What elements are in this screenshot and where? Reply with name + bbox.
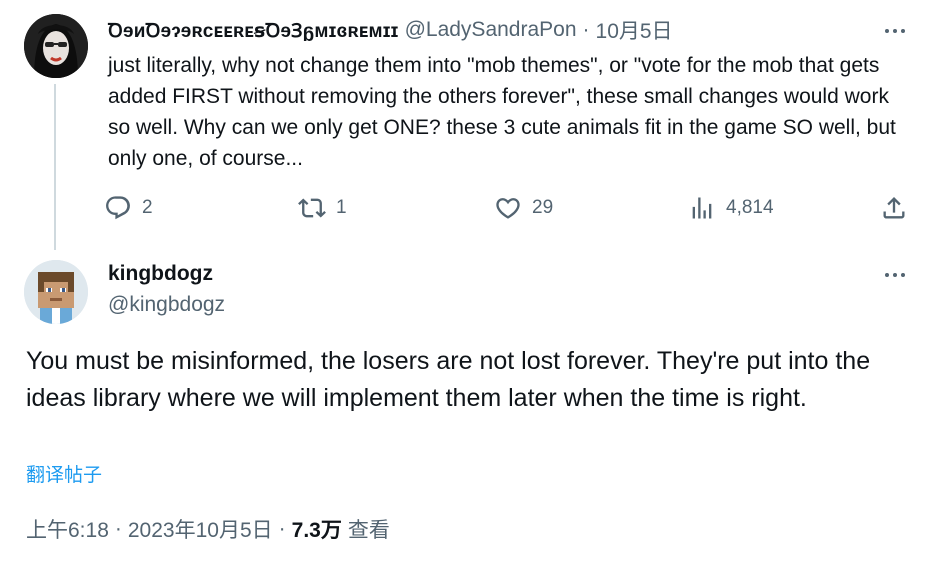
views-count: 7.3万: [291, 519, 342, 542]
reply-icon: [106, 196, 130, 220]
tweet-text: just literally, why not change them into…: [108, 54, 896, 170]
tweet-date[interactable]: 10月5日: [596, 15, 673, 45]
like-button[interactable]: 29: [494, 192, 553, 224]
repost-count: 1: [336, 197, 347, 218]
user-handle[interactable]: @kingbdogz: [108, 293, 225, 317]
tweet-header: ꝹɘᴎꝹɘɂɘʀᴄᴇᴇʀᴇꞩꝹɘꞫᵷᴍɪɞʀᴇᴍɪɪ @LadySandraPo…: [108, 16, 673, 44]
separator: ·: [114, 517, 122, 540]
more-icon: [885, 29, 905, 33]
views-label: 查看: [347, 519, 390, 542]
display-name[interactable]: kingbdogz: [108, 262, 213, 286]
translate-post-link[interactable]: 翻译帖子: [26, 460, 102, 487]
share-icon: [883, 197, 905, 219]
views-count: 4,814: [726, 197, 774, 218]
repost-icon: [298, 198, 326, 218]
share-button[interactable]: [880, 192, 908, 224]
thread-line: [54, 84, 56, 250]
separator: ·: [582, 18, 590, 41]
reply-button[interactable]: 2: [104, 192, 153, 224]
more-options-button[interactable]: [880, 260, 910, 290]
action-bar: 2 1 29 4,814: [104, 192, 920, 224]
user-handle[interactable]: @LadySandraPon: [405, 18, 577, 42]
avatar[interactable]: [24, 14, 88, 78]
tweet-time[interactable]: 上午6:18: [26, 514, 109, 544]
tweet-date[interactable]: 2023年10月5日: [128, 514, 273, 544]
reply-count: 2: [142, 197, 153, 218]
views-icon: [692, 197, 712, 219]
more-options-button[interactable]: [880, 16, 910, 46]
heart-icon: [496, 198, 520, 219]
display-name[interactable]: ꝹɘᴎꝹɘɂɘʀᴄᴇᴇʀᴇꞩꝹɘꞫᵷᴍɪɞʀᴇᴍɪɪ: [108, 17, 399, 43]
tweet-metadata: 上午6:18 · 2023年10月5日 · 7.3万 查看: [26, 514, 390, 544]
views-button[interactable]: 4,814: [688, 192, 774, 224]
like-count: 29: [532, 197, 554, 218]
repost-button[interactable]: 1: [298, 192, 347, 224]
avatar[interactable]: [24, 260, 88, 324]
more-icon: [885, 273, 905, 277]
separator: ·: [278, 517, 286, 540]
tweet-text: You must be misinformed, the losers are …: [26, 347, 871, 412]
